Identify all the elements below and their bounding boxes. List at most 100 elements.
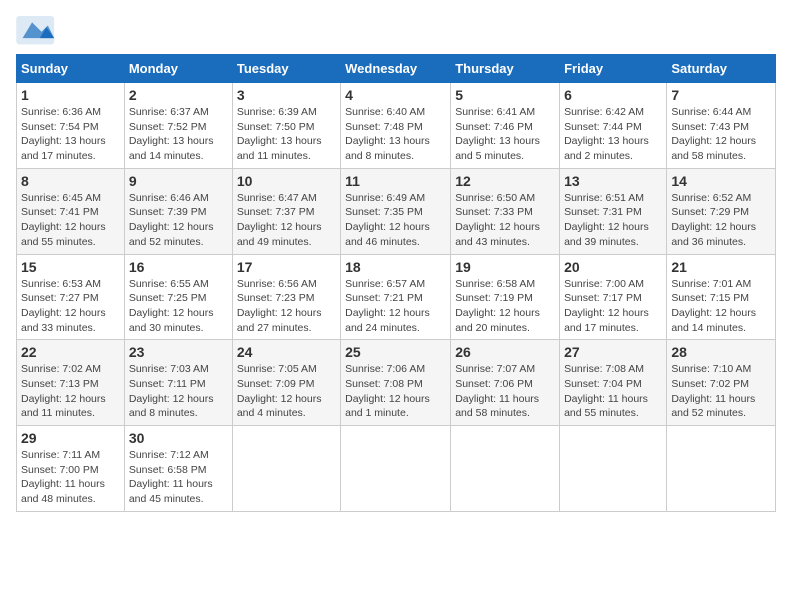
day-number: 26 xyxy=(455,344,555,360)
day-info: Sunrise: 7:10 AMSunset: 7:02 PMDaylight:… xyxy=(671,362,771,421)
day-number: 29 xyxy=(21,430,120,446)
calendar-cell: 20 Sunrise: 7:00 AMSunset: 7:17 PMDayligh… xyxy=(560,254,667,340)
calendar-cell: 19 Sunrise: 6:58 AMSunset: 7:19 PMDayligh… xyxy=(451,254,560,340)
day-info: Sunrise: 6:49 AMSunset: 7:35 PMDaylight:… xyxy=(345,191,446,250)
day-info: Sunrise: 6:42 AMSunset: 7:44 PMDaylight:… xyxy=(564,105,662,164)
day-info: Sunrise: 7:01 AMSunset: 7:15 PMDaylight:… xyxy=(671,277,771,336)
day-number: 16 xyxy=(129,259,228,275)
day-info: Sunrise: 6:36 AMSunset: 7:54 PMDaylight:… xyxy=(21,105,120,164)
day-number: 4 xyxy=(345,87,446,103)
day-number: 17 xyxy=(237,259,336,275)
weekday-header-thursday: Thursday xyxy=(451,55,560,83)
day-number: 24 xyxy=(237,344,336,360)
day-number: 15 xyxy=(21,259,120,275)
day-number: 6 xyxy=(564,87,662,103)
calendar-cell: 16 Sunrise: 6:55 AMSunset: 7:25 PMDayligh… xyxy=(124,254,232,340)
day-info: Sunrise: 6:55 AMSunset: 7:25 PMDaylight:… xyxy=(129,277,228,336)
calendar-cell: 25 Sunrise: 7:06 AMSunset: 7:08 PMDayligh… xyxy=(341,340,451,426)
calendar-week-2: 8Sunrise: 6:45 AMSunset: 7:41 PMDaylight… xyxy=(17,168,776,254)
calendar-cell: 24 Sunrise: 7:05 AMSunset: 7:09 PMDayligh… xyxy=(232,340,340,426)
calendar-cell: 5 Sunrise: 6:41 AMSunset: 7:46 PMDaylight… xyxy=(451,83,560,169)
calendar-cell: 1 Sunrise: 6:36 AMSunset: 7:54 PMDaylight… xyxy=(17,83,125,169)
day-number: 14 xyxy=(671,173,771,189)
weekday-header-saturday: Saturday xyxy=(667,55,776,83)
day-number: 25 xyxy=(345,344,446,360)
day-info: Sunrise: 7:00 AMSunset: 7:17 PMDaylight:… xyxy=(564,277,662,336)
day-info: Sunrise: 6:40 AMSunset: 7:48 PMDaylight:… xyxy=(345,105,446,164)
calendar-cell xyxy=(667,426,776,512)
calendar-week-3: 15 Sunrise: 6:53 AMSunset: 7:27 PMDayligh… xyxy=(17,254,776,340)
calendar-cell xyxy=(341,426,451,512)
calendar-week-5: 29 Sunrise: 7:11 AMSunset: 7:00 PMDayligh… xyxy=(17,426,776,512)
calendar-cell: 15 Sunrise: 6:53 AMSunset: 7:27 PMDayligh… xyxy=(17,254,125,340)
day-info: Sunrise: 6:37 AMSunset: 7:52 PMDaylight:… xyxy=(129,105,228,164)
day-number: 9 xyxy=(129,173,228,189)
day-info: Sunrise: 6:46 AMSunset: 7:39 PMDaylight:… xyxy=(129,191,228,250)
calendar-header: SundayMondayTuesdayWednesdayThursdayFrid… xyxy=(17,55,776,83)
day-info: Sunrise: 6:44 AMSunset: 7:43 PMDaylight:… xyxy=(671,105,771,164)
day-info: Sunrise: 6:47 AMSunset: 7:37 PMDaylight:… xyxy=(237,191,336,250)
day-number: 27 xyxy=(564,344,662,360)
calendar-cell: 18Sunrise: 6:57 AMSunset: 7:21 PMDayligh… xyxy=(341,254,451,340)
calendar-cell: 21 Sunrise: 7:01 AMSunset: 7:15 PMDayligh… xyxy=(667,254,776,340)
weekday-header-friday: Friday xyxy=(560,55,667,83)
day-number: 11 xyxy=(345,173,446,189)
day-number: 3 xyxy=(237,87,336,103)
logo-icon xyxy=(16,16,56,46)
day-info: Sunrise: 7:12 AMSunset: 6:58 PMDaylight:… xyxy=(129,448,228,507)
calendar-cell: 29 Sunrise: 7:11 AMSunset: 7:00 PMDayligh… xyxy=(17,426,125,512)
calendar-cell: 10Sunrise: 6:47 AMSunset: 7:37 PMDayligh… xyxy=(232,168,340,254)
calendar-cell: 14 Sunrise: 6:52 AMSunset: 7:29 PMDayligh… xyxy=(667,168,776,254)
calendar-cell: 26 Sunrise: 7:07 AMSunset: 7:06 PMDayligh… xyxy=(451,340,560,426)
day-number: 12 xyxy=(455,173,555,189)
day-info: Sunrise: 6:52 AMSunset: 7:29 PMDaylight:… xyxy=(671,191,771,250)
page-header xyxy=(16,16,776,46)
calendar-cell: 6 Sunrise: 6:42 AMSunset: 7:44 PMDaylight… xyxy=(560,83,667,169)
day-number: 19 xyxy=(455,259,555,275)
day-number: 20 xyxy=(564,259,662,275)
day-number: 8 xyxy=(21,173,120,189)
logo xyxy=(16,16,60,46)
calendar-cell: 7 Sunrise: 6:44 AMSunset: 7:43 PMDaylight… xyxy=(667,83,776,169)
day-info: Sunrise: 7:06 AMSunset: 7:08 PMDaylight:… xyxy=(345,362,446,421)
day-number: 23 xyxy=(129,344,228,360)
day-info: Sunrise: 6:56 AMSunset: 7:23 PMDaylight:… xyxy=(237,277,336,336)
calendar-cell xyxy=(232,426,340,512)
calendar-week-1: 1 Sunrise: 6:36 AMSunset: 7:54 PMDaylight… xyxy=(17,83,776,169)
weekday-header-monday: Monday xyxy=(124,55,232,83)
day-info: Sunrise: 6:53 AMSunset: 7:27 PMDaylight:… xyxy=(21,277,120,336)
day-number: 13 xyxy=(564,173,662,189)
calendar-cell: 9 Sunrise: 6:46 AMSunset: 7:39 PMDaylight… xyxy=(124,168,232,254)
calendar-cell: 13 Sunrise: 6:51 AMSunset: 7:31 PMDayligh… xyxy=(560,168,667,254)
day-number: 7 xyxy=(671,87,771,103)
calendar-week-4: 22 Sunrise: 7:02 AMSunset: 7:13 PMDayligh… xyxy=(17,340,776,426)
day-number: 30 xyxy=(129,430,228,446)
day-number: 22 xyxy=(21,344,120,360)
day-info: Sunrise: 6:50 AMSunset: 7:33 PMDaylight:… xyxy=(455,191,555,250)
day-info: Sunrise: 6:51 AMSunset: 7:31 PMDaylight:… xyxy=(564,191,662,250)
calendar-cell: 17 Sunrise: 6:56 AMSunset: 7:23 PMDayligh… xyxy=(232,254,340,340)
day-info: Sunrise: 7:05 AMSunset: 7:09 PMDaylight:… xyxy=(237,362,336,421)
day-number: 28 xyxy=(671,344,771,360)
calendar-cell: 27 Sunrise: 7:08 AMSunset: 7:04 PMDayligh… xyxy=(560,340,667,426)
calendar-table: SundayMondayTuesdayWednesdayThursdayFrid… xyxy=(16,54,776,512)
day-number: 5 xyxy=(455,87,555,103)
calendar-cell: 22 Sunrise: 7:02 AMSunset: 7:13 PMDayligh… xyxy=(17,340,125,426)
calendar-cell: 11 Sunrise: 6:49 AMSunset: 7:35 PMDayligh… xyxy=(341,168,451,254)
weekday-header-wednesday: Wednesday xyxy=(341,55,451,83)
day-info: Sunrise: 6:58 AMSunset: 7:19 PMDaylight:… xyxy=(455,277,555,336)
calendar-cell: 3Sunrise: 6:39 AMSunset: 7:50 PMDaylight… xyxy=(232,83,340,169)
day-info: Sunrise: 7:08 AMSunset: 7:04 PMDaylight:… xyxy=(564,362,662,421)
day-number: 1 xyxy=(21,87,120,103)
day-info: Sunrise: 7:07 AMSunset: 7:06 PMDaylight:… xyxy=(455,362,555,421)
day-number: 21 xyxy=(671,259,771,275)
calendar-cell xyxy=(451,426,560,512)
calendar-cell: 12 Sunrise: 6:50 AMSunset: 7:33 PMDayligh… xyxy=(451,168,560,254)
day-info: Sunrise: 7:11 AMSunset: 7:00 PMDaylight:… xyxy=(21,448,120,507)
calendar-cell: 30 Sunrise: 7:12 AMSunset: 6:58 PMDayligh… xyxy=(124,426,232,512)
weekday-header-sunday: Sunday xyxy=(17,55,125,83)
day-number: 18 xyxy=(345,259,446,275)
day-info: Sunrise: 6:41 AMSunset: 7:46 PMDaylight:… xyxy=(455,105,555,164)
day-info: Sunrise: 7:02 AMSunset: 7:13 PMDaylight:… xyxy=(21,362,120,421)
weekday-header-tuesday: Tuesday xyxy=(232,55,340,83)
